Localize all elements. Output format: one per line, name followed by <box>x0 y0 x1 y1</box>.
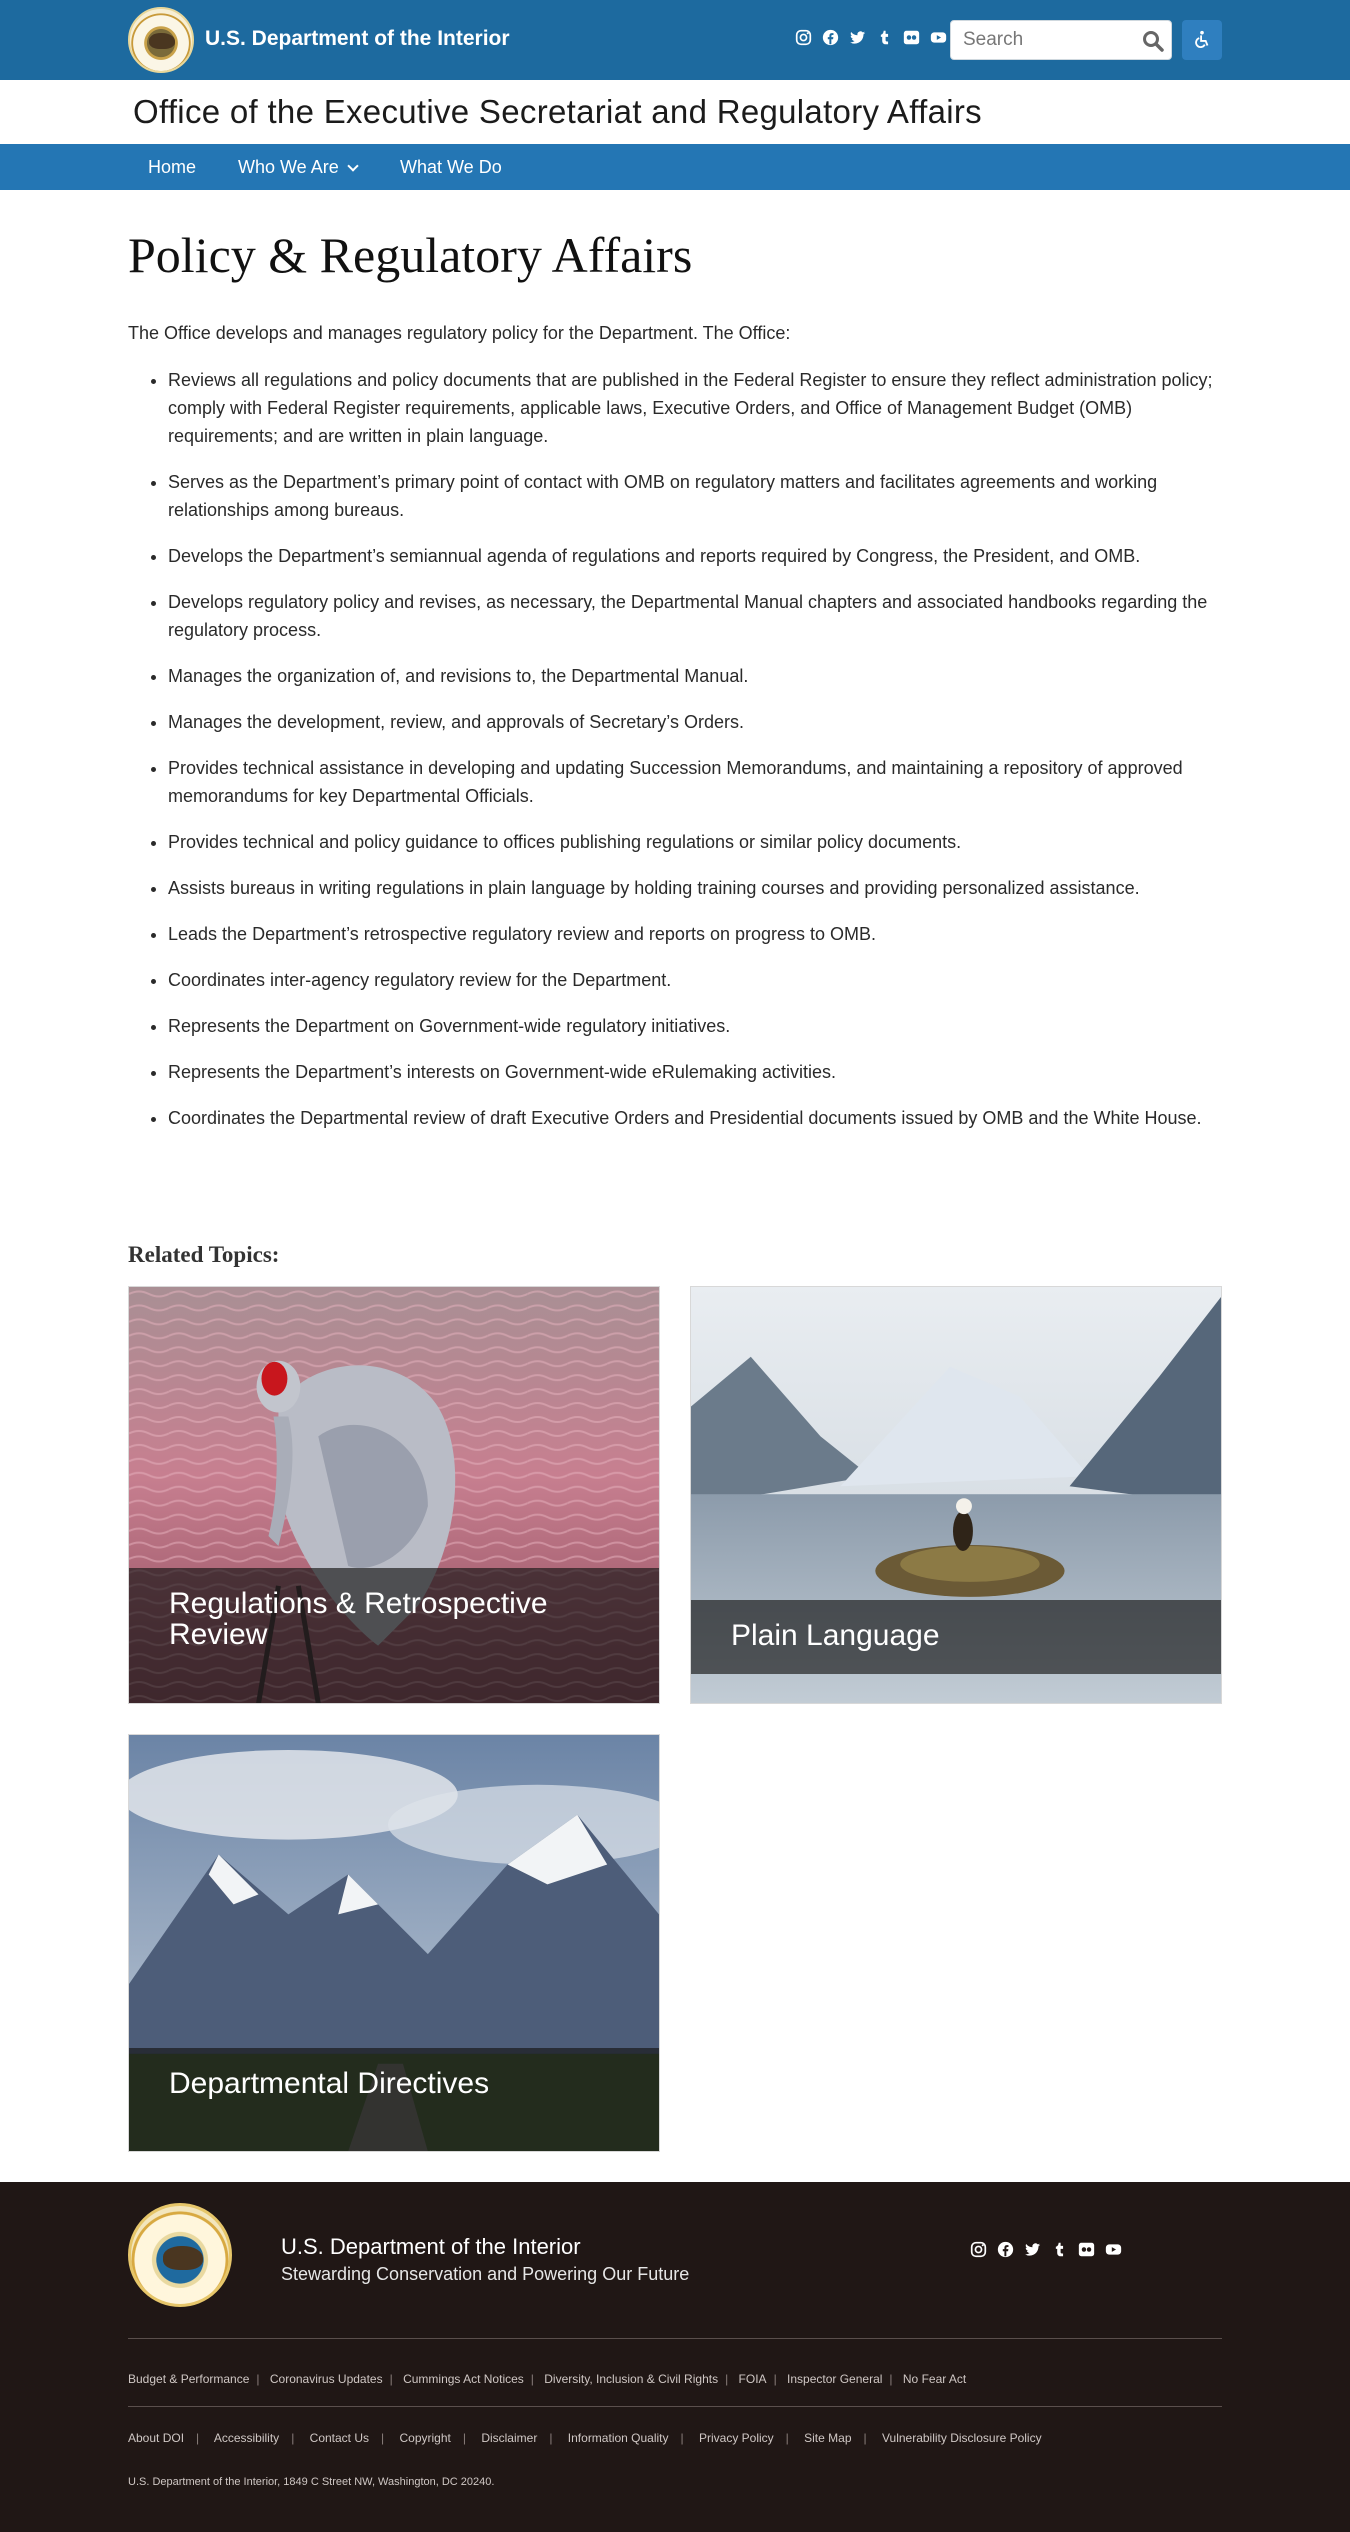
main-navigation <box>0 144 1350 190</box>
list-item: Coordinates inter-agency regulatory revi… <box>168 966 1222 994</box>
flickr-icon[interactable] <box>1078 2241 1095 2258</box>
footer-link-site-map[interactable]: Site Map <box>804 2431 851 2445</box>
footer-address: U.S. Department of the Interior, 1849 C … <box>128 2476 495 2488</box>
list-item: Leads the Department’s retrospective reg… <box>168 920 1222 948</box>
twitter-icon[interactable] <box>1024 2241 1041 2258</box>
card-caption: Regulations & Retrospective Review <box>129 1568 659 1703</box>
accessibility-button[interactable] <box>1182 20 1222 60</box>
list-item: Provides technical and policy guidance t… <box>168 828 1222 856</box>
related-card-departmental-directives[interactable]: Departmental Directives <box>128 1734 660 2152</box>
footer-link-vulnerability-disclosure[interactable]: Vulnerability Disclosure Policy <box>882 2431 1042 2445</box>
bison-emblem <box>149 33 175 49</box>
youtube-icon[interactable] <box>1105 2241 1122 2258</box>
footer-divider <box>128 2406 1222 2407</box>
footer-link-privacy-policy[interactable]: Privacy Policy <box>699 2431 774 2445</box>
footer-site-name: U.S. Department of the Interior <box>281 2234 581 2259</box>
related-topics-heading: Related Topics: <box>128 1242 280 1267</box>
header-social-links <box>795 29 947 46</box>
page-title: Policy & Regulatory Affairs <box>128 227 693 283</box>
footer-link-inspector-general[interactable]: Inspector General <box>787 2372 882 2386</box>
instagram-icon[interactable] <box>795 29 812 46</box>
instagram-icon[interactable] <box>970 2241 987 2258</box>
facebook-icon[interactable] <box>997 2241 1014 2258</box>
card-title: Departmental Directives <box>169 2067 490 2100</box>
intro-paragraph: The Office develops and manages regulato… <box>128 323 791 343</box>
footer-link-foia[interactable]: FOIA <box>739 2372 767 2386</box>
list-item: Represents the Department’s interests on… <box>168 1058 1222 1086</box>
list-item: Reviews all regulations and policy docum… <box>168 366 1222 450</box>
flickr-icon[interactable] <box>903 29 920 46</box>
footer-doi-seal-logo[interactable] <box>128 2203 232 2307</box>
nav-item-who-we-are[interactable]: Who We Are <box>238 157 359 178</box>
footer-links-primary: Budget & Performance | Coronavirus Update… <box>128 2372 967 2386</box>
footer-link-accessibility[interactable]: Accessibility <box>214 2431 279 2445</box>
footer-link-diversity[interactable]: Diversity, Inclusion & Civil Rights <box>544 2372 718 2386</box>
list-item: Assists bureaus in writing regulations i… <box>168 874 1222 902</box>
footer-link-no-fear-act[interactable]: No Fear Act <box>903 2372 966 2386</box>
office-title-link[interactable]: Office of the Executive Secretariat and … <box>133 93 982 131</box>
site-name-link[interactable]: U.S. Department of the Interior <box>205 27 510 51</box>
search-icon[interactable] <box>1141 29 1165 53</box>
footer-link-contact-us[interactable]: Contact Us <box>310 2431 369 2445</box>
footer-link-coronavirus[interactable]: Coronavirus Updates <box>270 2372 383 2386</box>
card-title: Plain Language <box>731 1619 940 1652</box>
related-card-regulations[interactable]: Regulations & Retrospective Review <box>128 1286 660 1704</box>
footer-link-information-quality[interactable]: Information Quality <box>568 2431 669 2445</box>
related-card-plain-language[interactable]: Plain Language <box>690 1286 1222 1704</box>
card-title: Regulations & Retrospective Review <box>169 1587 548 1651</box>
search-form <box>950 20 1172 60</box>
footer-link-cummings-act[interactable]: Cummings Act Notices <box>403 2372 524 2386</box>
list-item: Manages the development, review, and app… <box>168 708 1222 736</box>
tumblr-icon[interactable] <box>1051 2241 1068 2258</box>
nav-item-label: Who We Are <box>238 157 339 177</box>
footer-link-copyright[interactable]: Copyright <box>399 2431 450 2445</box>
list-item: Provides technical assistance in develop… <box>168 754 1222 810</box>
card-caption: Departmental Directives <box>129 2048 659 2151</box>
card-caption: Plain Language <box>691 1600 1221 1674</box>
facebook-icon[interactable] <box>822 29 839 46</box>
list-item: Coordinates the Departmental review of d… <box>168 1104 1222 1132</box>
footer-link-about-doi[interactable]: About DOI <box>128 2431 184 2445</box>
chevron-down-icon <box>347 160 359 172</box>
footer-link-disclaimer[interactable]: Disclaimer <box>481 2431 537 2445</box>
list-item: Serves as the Department’s primary point… <box>168 468 1222 524</box>
footer-tagline: Stewarding Conservation and Powering Our… <box>281 2264 690 2284</box>
footer-links-secondary: About DOI | Accessibility | Contact Us | Co… <box>128 2431 1042 2445</box>
bison-emblem <box>163 2246 203 2270</box>
footer-divider <box>128 2338 1222 2339</box>
nav-item-what-we-do[interactable]: What We Do <box>400 157 502 178</box>
footer-link-budget[interactable]: Budget & Performance <box>128 2372 249 2386</box>
twitter-icon[interactable] <box>849 29 866 46</box>
list-item: Represents the Department on Government-… <box>168 1012 1222 1040</box>
footer-social-links <box>970 2241 1122 2258</box>
search-input[interactable] <box>951 21 1131 59</box>
wheelchair-icon <box>1195 30 1209 49</box>
duties-list: Reviews all regulations and policy docum… <box>168 366 1222 1150</box>
nav-item-home[interactable]: Home <box>148 157 196 178</box>
list-item: Develops the Department’s semiannual age… <box>168 542 1222 570</box>
list-item: Manages the organization of, and revisio… <box>168 662 1222 690</box>
doi-seal-logo[interactable] <box>128 7 194 73</box>
tumblr-icon[interactable] <box>876 29 893 46</box>
list-item: Develops regulatory policy and revises, … <box>168 588 1222 644</box>
youtube-icon[interactable] <box>930 29 947 46</box>
